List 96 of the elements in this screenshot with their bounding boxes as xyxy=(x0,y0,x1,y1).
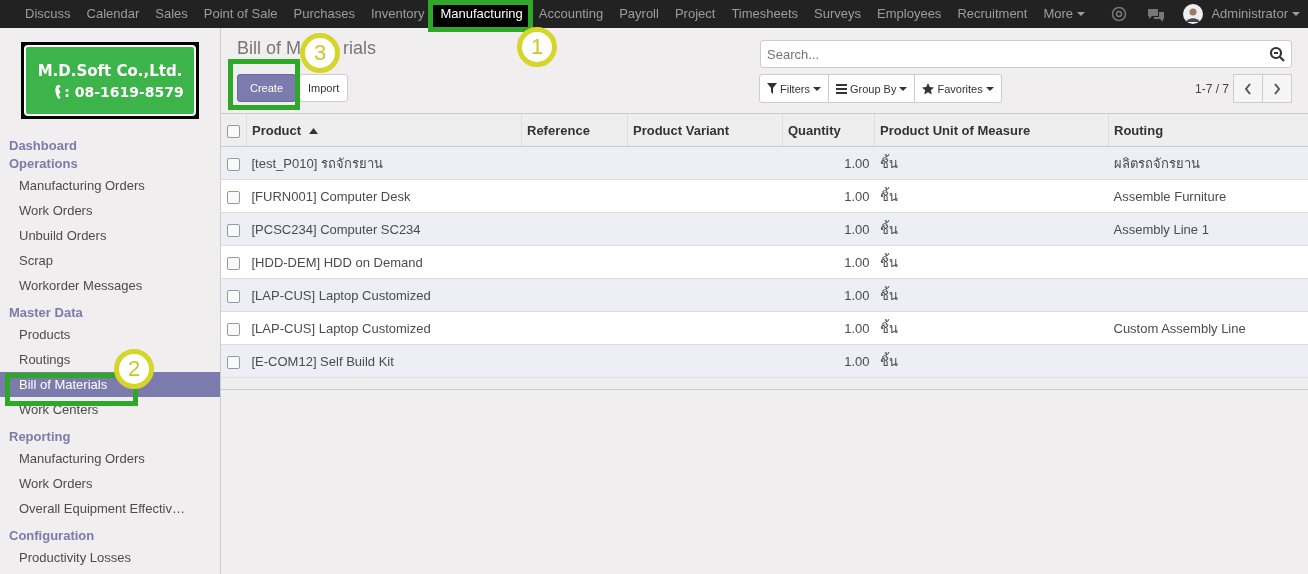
chevron-right-icon xyxy=(1273,82,1281,95)
app-menu-item[interactable]: Timesheets xyxy=(723,1,807,27)
column-header[interactable]: Product Unit of Measure xyxy=(874,114,1109,147)
sidebar-item[interactable]: Overall Equipment Effectiv… xyxy=(0,496,204,521)
caret-icon xyxy=(812,86,821,91)
sidebar-item[interactable]: Products xyxy=(0,322,90,347)
search-icon xyxy=(1269,46,1285,62)
row-checkbox[interactable] xyxy=(227,322,240,336)
search-option-button[interactable]: Group By xyxy=(827,74,916,103)
table-cell: [test_P010] รถจักรยาน xyxy=(251,155,383,171)
table-cell: [LAP-CUS] Laptop Customized xyxy=(251,287,431,303)
table-cell: 1.00 xyxy=(844,353,870,369)
step-number: 3 xyxy=(300,33,340,73)
table-cell: ชิ้น xyxy=(879,221,898,237)
table-cell: [FURN001] Computer Desk xyxy=(251,188,411,204)
app-menu-item[interactable]: Accounting xyxy=(530,1,612,27)
sidebar-item[interactable]: Manufacturing Orders xyxy=(0,173,164,198)
table-cell: [PCSC234] Computer SC234 xyxy=(251,221,421,237)
row-checkbox[interactable] xyxy=(227,355,240,369)
page-title: Bill of M xyxy=(237,38,301,58)
table-cell: ผลิตรถจักรยาน xyxy=(1113,155,1200,171)
table-cell: ชิ้น xyxy=(879,320,898,336)
table-cell: 1.00 xyxy=(844,320,870,336)
app-menu-item[interactable]: Project xyxy=(666,1,724,27)
app-menu-item[interactable]: Purchases xyxy=(285,1,363,27)
table-cell: ชิ้น xyxy=(879,155,898,171)
sidebar-item[interactable]: Manufacturing Orders xyxy=(0,446,164,471)
table-cell: [E-COM12] Self Build Kit xyxy=(251,353,394,369)
table-cell: Custom Assembly Line xyxy=(1113,320,1246,336)
search-option-button[interactable]: Favorites xyxy=(914,74,1002,103)
pager-value: 1-7 / 7 xyxy=(1194,81,1229,96)
row-checkbox[interactable] xyxy=(227,256,240,270)
filter-icon xyxy=(767,83,777,94)
avatar-icon[interactable] xyxy=(1183,4,1204,24)
app-menu-item[interactable]: Discuss xyxy=(17,1,79,27)
sort-arrow-icon xyxy=(309,128,319,135)
row-checkbox[interactable] xyxy=(227,223,240,237)
column-header[interactable]: Routing xyxy=(1108,114,1308,147)
sidebar-item[interactable]: Routings xyxy=(0,347,90,372)
company-name: M.D.Soft Co.,Ltd. xyxy=(37,61,183,80)
select-all-checkbox[interactable] xyxy=(227,124,240,138)
app-menu-item[interactable]: Sales xyxy=(147,1,196,27)
sidebar-item[interactable]: Productivity Losses xyxy=(0,545,150,570)
star-icon xyxy=(922,82,935,95)
sidebar-item[interactable]: Workorder Messages xyxy=(0,273,162,298)
highlight-frame xyxy=(228,59,300,110)
table-cell: ชิ้น xyxy=(879,188,898,204)
page-title: rials xyxy=(343,38,377,58)
next-page-button[interactable] xyxy=(1262,74,1292,103)
caret-icon xyxy=(899,86,908,91)
company-phone: : 08-1619-8579 xyxy=(64,83,184,100)
sidebar-item[interactable]: Work Orders xyxy=(0,198,112,223)
table-cell: 1.00 xyxy=(844,155,870,171)
table-cell: ชิ้น xyxy=(879,353,898,369)
create-button[interactable]: Create xyxy=(237,74,297,102)
user-menu[interactable]: Administrator xyxy=(1203,1,1308,27)
column-header[interactable]: Product xyxy=(246,114,522,147)
column-header[interactable]: Reference xyxy=(521,114,628,147)
table-cell: [LAP-CUS] Laptop Customized xyxy=(251,320,431,336)
sidebar-item[interactable]: Unbuild Orders xyxy=(0,223,126,248)
sidebar-item[interactable]: Work Orders xyxy=(0,471,112,496)
row-checkbox[interactable] xyxy=(227,157,240,171)
app-menu-item[interactable]: Point of Sale xyxy=(195,1,286,27)
search-input[interactable]: Search... xyxy=(767,42,1269,66)
app-menu-item[interactable]: Employees xyxy=(869,1,950,27)
row-checkbox[interactable] xyxy=(227,289,240,303)
chat-icon[interactable] xyxy=(1147,6,1166,22)
caret-icon xyxy=(1292,12,1300,16)
search-field[interactable]: Search... xyxy=(760,40,1292,68)
app-menu-item[interactable]: Recruitment xyxy=(949,1,1036,27)
chevron-left-icon xyxy=(1244,82,1252,95)
list-icon xyxy=(835,83,847,94)
row-checkbox[interactable] xyxy=(227,190,240,204)
caret-icon xyxy=(985,86,994,91)
previous-page-button[interactable] xyxy=(1233,74,1263,103)
table-cell: Assembly Line 1 xyxy=(1113,221,1209,237)
table-cell: 1.00 xyxy=(844,221,870,237)
table-cell: 1.00 xyxy=(844,254,870,270)
table-cell: Assemble Furniture xyxy=(1113,188,1227,204)
search-option-button[interactable]: Filters xyxy=(759,74,829,103)
table-cell: 1.00 xyxy=(844,287,870,303)
column-header[interactable]: Quantity xyxy=(782,114,875,147)
table-cell: ชิ้น xyxy=(879,254,898,270)
column-header[interactable]: Product Variant xyxy=(627,114,783,147)
app-menu-item[interactable]: Inventory xyxy=(362,1,433,27)
import-button[interactable]: Import xyxy=(299,74,349,102)
app-menu-item[interactable]: Surveys xyxy=(806,1,870,27)
sidebar-item[interactable]: Scrap xyxy=(0,248,72,273)
step-number: 1 xyxy=(517,27,557,67)
app-menu-item[interactable]: Payroll xyxy=(611,1,667,27)
table-cell: [HDD-DEM] HDD on Demand xyxy=(251,254,423,270)
caret-icon xyxy=(1077,12,1086,16)
table-cell: ชิ้น xyxy=(879,287,898,303)
table-cell: 1.00 xyxy=(844,188,870,204)
app-menu-item[interactable]: Calendar xyxy=(78,1,148,27)
more-menu[interactable]: More xyxy=(1035,1,1094,27)
